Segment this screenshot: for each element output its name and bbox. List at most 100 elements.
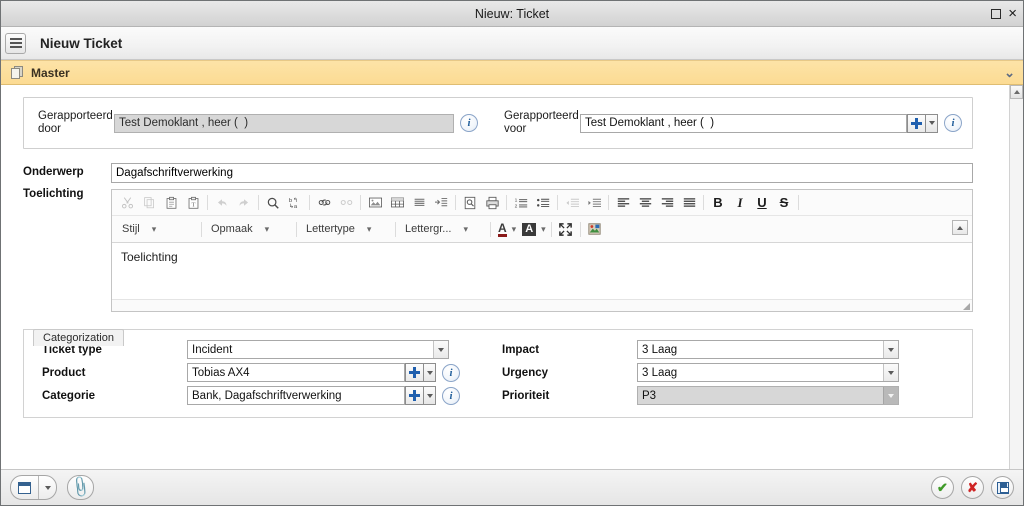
numbered-list-icon[interactable]: 12 <box>510 192 532 213</box>
subject-label: Onderwerp <box>23 166 84 178</box>
ticket-type-select[interactable]: Incident <box>187 340 449 359</box>
chevron-down-icon: ▾ <box>511 223 517 234</box>
toolbar-separator <box>455 195 456 210</box>
chevron-down-icon <box>883 387 898 404</box>
field-prioriteit: Prioriteit P3 <box>502 384 962 407</box>
page-break-icon[interactable] <box>430 192 452 213</box>
increase-indent-icon[interactable] <box>583 192 605 213</box>
ticket-window: Nieuw: Ticket × Nieuw Ticket Master ⌄ Ge… <box>0 0 1024 506</box>
close-icon[interactable]: × <box>1008 6 1017 21</box>
form-view-dropdown[interactable] <box>38 476 56 499</box>
bold-icon[interactable]: B <box>707 192 729 213</box>
ok-button[interactable]: ✔ <box>931 476 954 499</box>
scroll-up-icon[interactable] <box>1010 85 1023 99</box>
link-icon[interactable] <box>313 192 335 213</box>
italic-icon[interactable]: I <box>729 192 751 213</box>
image-icon[interactable] <box>364 192 386 213</box>
justify-icon[interactable] <box>678 192 700 213</box>
undo-icon[interactable] <box>211 192 233 213</box>
bg-color-button[interactable]: A ▾ <box>518 219 547 239</box>
reported-for-add-dropdown[interactable] <box>926 113 938 133</box>
save-button[interactable] <box>991 476 1014 499</box>
toolbar-separator <box>579 221 581 237</box>
product-add-dropdown[interactable] <box>424 363 436 382</box>
reported-for-add-button[interactable] <box>907 113 926 133</box>
form-view-button[interactable] <box>11 476 38 499</box>
style-dropdown[interactable]: Stijl ▾ <box>116 219 198 239</box>
product-input[interactable] <box>187 363 405 382</box>
form-view-button-group[interactable] <box>10 475 57 500</box>
categorie-add-dropdown[interactable] <box>424 386 436 405</box>
reported-for-input[interactable] <box>580 113 907 133</box>
window-titlebar: Nieuw: Ticket × <box>1 1 1023 27</box>
subject-input[interactable] <box>111 163 973 183</box>
table-icon[interactable] <box>386 192 408 213</box>
categorie-input[interactable] <box>187 386 405 405</box>
text-color-label: A <box>498 220 507 237</box>
align-left-icon[interactable] <box>612 192 634 213</box>
urgency-select[interactable]: 3 Laag <box>637 363 899 382</box>
toolbar-separator <box>258 195 259 210</box>
fontname-dropdown[interactable]: Lettertype ▾ <box>300 219 392 239</box>
scroll-track[interactable] <box>1009 99 1023 469</box>
format-dropdown[interactable]: Opmaak ▾ <box>205 219 293 239</box>
prioriteit-select: P3 <box>637 386 899 405</box>
master-section-header[interactable]: Master ⌄ <box>1 60 1023 85</box>
toolbar-separator <box>703 195 704 210</box>
replace-icon[interactable]: b ↰ ↳ a <box>284 192 306 213</box>
maximize-icon[interactable] <box>991 8 1002 19</box>
copy-icon[interactable] <box>138 192 160 213</box>
cancel-button[interactable]: ✘ <box>961 476 984 499</box>
toolbar-separator <box>798 195 799 210</box>
strikethrough-icon[interactable]: S <box>773 192 795 213</box>
menu-icon[interactable] <box>5 32 26 54</box>
text-color-button[interactable]: A ▾ <box>494 219 518 239</box>
cut-icon[interactable] <box>116 192 138 213</box>
bulleted-list-icon[interactable] <box>532 192 554 213</box>
image-button-icon[interactable] <box>584 219 606 240</box>
editor-content[interactable]: Toelichting <box>112 243 972 299</box>
vertical-scrollbar[interactable] <box>1009 85 1023 469</box>
align-center-icon[interactable] <box>634 192 656 213</box>
paste-text-icon[interactable]: T <box>182 192 204 213</box>
redo-icon[interactable] <box>233 192 255 213</box>
underline-icon[interactable]: U <box>751 192 773 213</box>
urgency-value: 3 Laag <box>642 366 678 379</box>
decrease-indent-icon[interactable] <box>561 192 583 213</box>
search-icon[interactable] <box>262 192 284 213</box>
reported-by-input[interactable] <box>114 113 454 133</box>
fontsize-dropdown[interactable]: Lettergr... ▾ <box>399 219 487 239</box>
chevron-down-icon: ▾ <box>463 223 469 234</box>
align-right-icon[interactable] <box>656 192 678 213</box>
collapse-toolbar-icon[interactable] <box>952 220 968 235</box>
reported-for-info-icon[interactable]: i <box>944 114 962 132</box>
prioriteit-value: P3 <box>642 389 657 402</box>
categorie-info-icon[interactable]: i <box>442 386 460 405</box>
unlink-icon[interactable] <box>335 192 357 213</box>
svg-text:2: 2 <box>514 203 517 209</box>
maximize-editor-icon[interactable] <box>555 219 577 240</box>
floppy-disk-icon <box>996 481 1009 494</box>
editor-toolbar-row2: Stijl ▾ Opmaak ▾ Lettertype ▾ Lettergr..… <box>112 216 972 243</box>
impact-select[interactable]: 3 Laag <box>637 340 899 359</box>
paste-icon[interactable] <box>160 192 182 213</box>
resize-handle[interactable] <box>963 303 970 310</box>
bg-color-label: A <box>522 222 537 236</box>
chevron-down-icon[interactable]: ⌄ <box>1004 66 1015 79</box>
reported-by-info-icon[interactable]: i <box>460 114 478 132</box>
categorization-tab[interactable]: Categorization <box>33 329 124 346</box>
description-row: Toelichting T b ↰ ↳ a 1 2 B I U S Stijl … <box>23 185 973 312</box>
toolbar-separator <box>557 195 558 210</box>
categorie-add-button[interactable] <box>405 386 424 405</box>
chevron-down-icon: ▾ <box>264 223 270 234</box>
attachment-button[interactable]: 📎 <box>67 475 94 500</box>
editor-footer <box>112 299 972 311</box>
field-product: Product i <box>42 361 502 384</box>
field-urgency: Urgency 3 Laag <box>502 361 962 384</box>
horizontal-rule-icon[interactable] <box>408 192 430 213</box>
product-add-button[interactable] <box>405 363 424 382</box>
product-info-icon[interactable]: i <box>442 363 460 382</box>
page-title: Nieuw Ticket <box>40 35 123 51</box>
print-icon[interactable] <box>481 192 503 213</box>
preview-icon[interactable] <box>459 192 481 213</box>
